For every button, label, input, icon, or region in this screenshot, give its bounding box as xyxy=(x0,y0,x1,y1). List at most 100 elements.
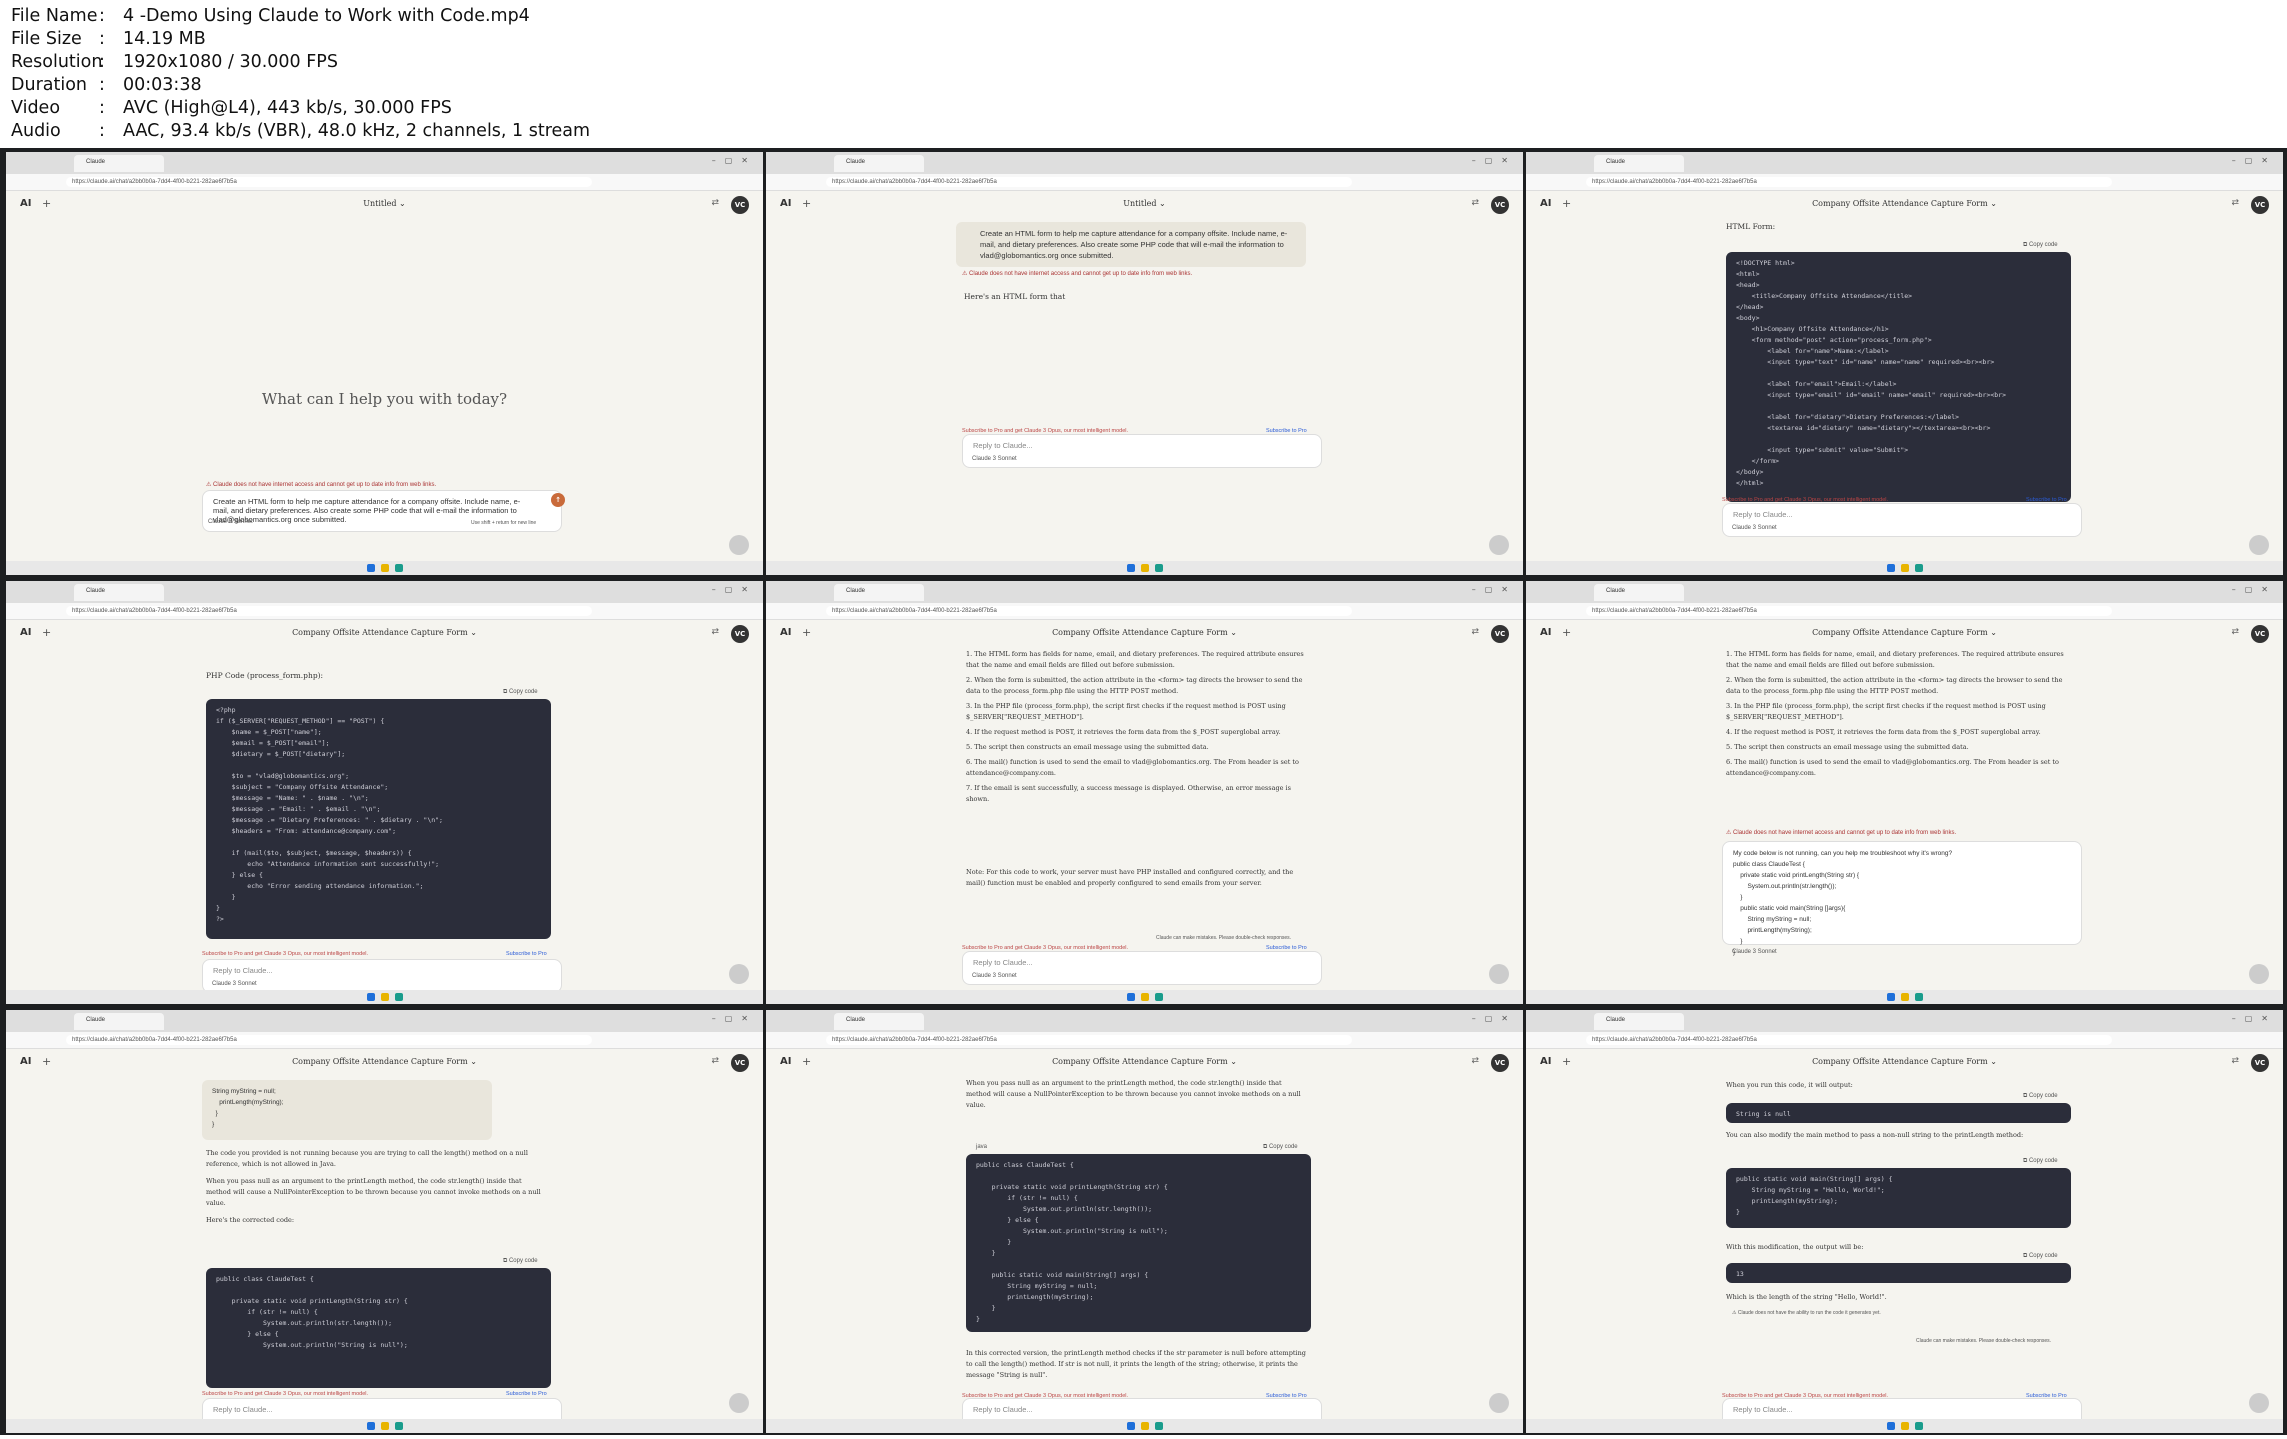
chat-title[interactable]: Untitled ⌄ xyxy=(766,199,1523,208)
avatar[interactable]: VC xyxy=(1491,196,1509,214)
copy-code-button[interactable]: ⧉ Copy code xyxy=(1263,1144,1298,1151)
avatar[interactable]: VC xyxy=(1491,625,1509,643)
settings-icon[interactable]: ⇄ xyxy=(2231,198,2239,208)
taskbar-app-icon[interactable] xyxy=(1900,564,1909,572)
scroll-button[interactable] xyxy=(1489,1393,1509,1413)
chat-title[interactable]: Company Offsite Attendance Capture Form … xyxy=(766,628,1523,637)
url-field[interactable]: https://claude.ai/chat/a2bb0b0a-7dd4-4f0… xyxy=(826,1035,1352,1045)
settings-icon[interactable]: ⇄ xyxy=(711,1056,719,1066)
taskbar-app-icon[interactable] xyxy=(366,1422,375,1430)
avatar[interactable]: VC xyxy=(731,625,749,643)
copy-code-button[interactable]: ⧉ Copy code xyxy=(2023,1253,2058,1260)
browser-tab[interactable]: Claude xyxy=(1594,584,1684,601)
taskbar-app-icon[interactable] xyxy=(1886,993,1895,1001)
taskbar-app-icon[interactable] xyxy=(380,1422,389,1430)
taskbar-app-icon[interactable] xyxy=(1126,993,1135,1001)
settings-icon[interactable]: ⇄ xyxy=(711,198,719,208)
send-button[interactable]: ↑ xyxy=(551,493,565,507)
browser-tab[interactable]: Claude xyxy=(834,155,924,172)
url-field[interactable]: https://claude.ai/chat/a2bb0b0a-7dd4-4f0… xyxy=(66,177,592,187)
copy-code-button[interactable]: ⧉ Copy code xyxy=(2023,242,2058,249)
model-selector[interactable]: Claude 3 Sonnet xyxy=(208,519,253,525)
taskbar-app-icon[interactable] xyxy=(1900,1422,1909,1430)
copy-code-button[interactable]: ⧉ Copy code xyxy=(2023,1093,2058,1100)
copy-code-button[interactable]: ⧉ Copy code xyxy=(503,1258,538,1265)
chat-title[interactable]: Company Offsite Attendance Capture Form … xyxy=(6,1057,763,1066)
reply-input[interactable]: Reply to Claude... xyxy=(962,434,1322,468)
settings-icon[interactable]: ⇄ xyxy=(711,627,719,637)
window-controls[interactable]: –▢✕ xyxy=(712,156,757,165)
taskbar-app-icon[interactable] xyxy=(1140,1422,1149,1430)
model-selector[interactable]: Claude 3 Sonnet xyxy=(212,981,257,987)
avatar[interactable]: VC xyxy=(731,1054,749,1072)
taskbar-app-icon[interactable] xyxy=(1900,993,1909,1001)
taskbar-app-icon[interactable] xyxy=(1914,1422,1923,1430)
taskbar-app-icon[interactable] xyxy=(1914,564,1923,572)
chat-title[interactable]: Company Offsite Attendance Capture Form … xyxy=(766,1057,1523,1066)
window-controls[interactable]: –▢✕ xyxy=(1472,156,1517,165)
window-controls[interactable]: –▢✕ xyxy=(1472,585,1517,594)
model-selector[interactable]: Claude 3 Sonnet xyxy=(972,456,1017,462)
scroll-button[interactable] xyxy=(729,535,749,555)
taskbar-app-icon[interactable] xyxy=(1140,993,1149,1001)
settings-icon[interactable]: ⇄ xyxy=(1471,627,1479,637)
url-field[interactable]: https://claude.ai/chat/a2bb0b0a-7dd4-4f0… xyxy=(1586,1035,2112,1045)
browser-tab[interactable]: Claude xyxy=(1594,155,1684,172)
browser-tab[interactable]: Claude xyxy=(74,584,164,601)
taskbar-app-icon[interactable] xyxy=(1914,993,1923,1001)
model-selector[interactable]: Claude 3 Sonnet xyxy=(972,973,1017,979)
chat-title[interactable]: Untitled ⌄ xyxy=(6,199,763,208)
settings-icon[interactable]: ⇄ xyxy=(1471,1056,1479,1066)
taskbar-app-icon[interactable] xyxy=(1154,993,1163,1001)
scroll-button[interactable] xyxy=(2249,964,2269,984)
window-controls[interactable]: –▢✕ xyxy=(2232,585,2277,594)
avatar[interactable]: VC xyxy=(2251,196,2269,214)
taskbar-app-icon[interactable] xyxy=(1154,1422,1163,1430)
window-controls[interactable]: –▢✕ xyxy=(712,585,757,594)
settings-icon[interactable]: ⇄ xyxy=(1471,198,1479,208)
model-selector[interactable]: Claude 3 Sonnet xyxy=(1732,949,1777,955)
avatar[interactable]: VC xyxy=(731,196,749,214)
copy-code-button[interactable]: ⧉ Copy code xyxy=(503,689,538,696)
reply-input[interactable]: Reply to Claude... xyxy=(202,959,562,993)
scroll-button[interactable] xyxy=(1489,964,1509,984)
browser-tab[interactable]: Claude xyxy=(834,584,924,601)
chat-title[interactable]: Company Offsite Attendance Capture Form … xyxy=(1526,1057,2283,1066)
scroll-button[interactable] xyxy=(2249,535,2269,555)
taskbar-app-icon[interactable] xyxy=(1886,564,1895,572)
avatar[interactable]: VC xyxy=(2251,625,2269,643)
taskbar-app-icon[interactable] xyxy=(1154,564,1163,572)
url-field[interactable]: https://claude.ai/chat/a2bb0b0a-7dd4-4f0… xyxy=(826,177,1352,187)
taskbar-app-icon[interactable] xyxy=(1886,1422,1895,1430)
settings-icon[interactable]: ⇄ xyxy=(2231,627,2239,637)
chat-title[interactable]: Company Offsite Attendance Capture Form … xyxy=(1526,199,2283,208)
taskbar-app-icon[interactable] xyxy=(366,993,375,1001)
taskbar-app-icon[interactable] xyxy=(380,564,389,572)
settings-icon[interactable]: ⇄ xyxy=(2231,1056,2239,1066)
subscribe-link[interactable]: Subscribe to Pro xyxy=(506,951,566,957)
window-controls[interactable]: –▢✕ xyxy=(1472,1014,1517,1023)
chat-title[interactable]: Company Offsite Attendance Capture Form … xyxy=(6,628,763,637)
subscribe-link[interactable]: Subscribe to Pro xyxy=(506,1391,566,1397)
url-field[interactable]: https://claude.ai/chat/a2bb0b0a-7dd4-4f0… xyxy=(1586,606,2112,616)
url-field[interactable]: https://claude.ai/chat/a2bb0b0a-7dd4-4f0… xyxy=(66,1035,592,1045)
scroll-button[interactable] xyxy=(1489,535,1509,555)
taskbar-app-icon[interactable] xyxy=(380,993,389,1001)
browser-tab[interactable]: Claude xyxy=(834,1013,924,1030)
taskbar-app-icon[interactable] xyxy=(394,1422,403,1430)
window-controls[interactable]: –▢✕ xyxy=(712,1014,757,1023)
browser-tab[interactable]: Claude xyxy=(1594,1013,1684,1030)
taskbar-app-icon[interactable] xyxy=(1126,1422,1135,1430)
url-field[interactable]: https://claude.ai/chat/a2bb0b0a-7dd4-4f0… xyxy=(1586,177,2112,187)
chat-title[interactable]: Company Offsite Attendance Capture Form … xyxy=(1526,628,2283,637)
taskbar-app-icon[interactable] xyxy=(1126,564,1135,572)
browser-tab[interactable]: Claude xyxy=(74,1013,164,1030)
taskbar-app-icon[interactable] xyxy=(394,564,403,572)
url-field[interactable]: https://claude.ai/chat/a2bb0b0a-7dd4-4f0… xyxy=(66,606,592,616)
message-input[interactable]: My code below is not running, can you he… xyxy=(1722,841,2082,956)
taskbar-app-icon[interactable] xyxy=(366,564,375,572)
taskbar-app-icon[interactable] xyxy=(1140,564,1149,572)
window-controls[interactable]: –▢✕ xyxy=(2232,1014,2277,1023)
avatar[interactable]: VC xyxy=(1491,1054,1509,1072)
reply-input[interactable]: Reply to Claude... xyxy=(962,951,1322,985)
